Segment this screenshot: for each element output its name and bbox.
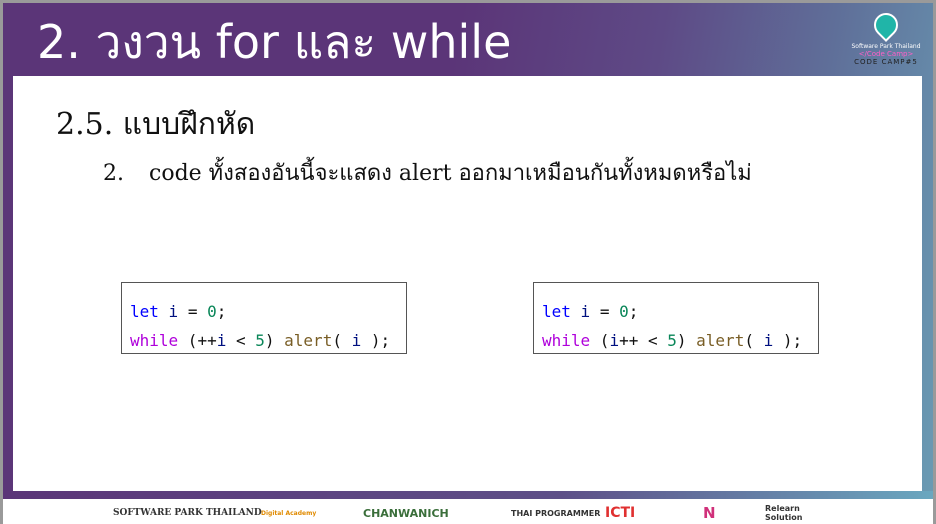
- question: 2. code ทั้งสองอันนี้จะแสดง alert ออกมาเห…: [103, 155, 752, 190]
- code-block-left: let i = 0; while (++i < 5) alert( i );: [121, 282, 407, 354]
- logo-line3: CODE CAMP#5: [854, 58, 918, 66]
- sponsor-thai-programmer: THAI PROGRAMMER: [511, 508, 601, 518]
- slide: 2. วงวน for และ while Software Park Thai…: [3, 3, 933, 524]
- code-line: let i = 0;: [130, 302, 227, 321]
- logo-line2: </Code Camp>: [858, 50, 914, 58]
- sponsor-digital-academy: Digital Academy: [261, 509, 317, 517]
- code-camp-logo: Software Park Thailand </Code Camp> CODE…: [846, 8, 926, 66]
- footer-bar: [3, 491, 933, 499]
- code-block-right: let i = 0; while (i++ < 5) alert( i );: [533, 282, 819, 354]
- sponsor-footer: SOFTWARE PARK THAILAND Digital Academy C…: [3, 499, 933, 524]
- slide-title: 2. วงวน for และ while: [37, 15, 512, 69]
- sponsor-n: N: [703, 504, 716, 522]
- sponsor-relearn: Relearn Solution: [765, 504, 803, 522]
- question-number: 2.: [103, 161, 124, 186]
- code-line: while (i++ < 5) alert( i );: [542, 331, 803, 350]
- logo-line1: Software Park Thailand: [851, 43, 921, 50]
- sponsor-software-park: SOFTWARE PARK THAILAND: [113, 508, 262, 518]
- sponsor-icti: ICTI: [605, 505, 636, 521]
- section-heading: 2.5. แบบฝึกหัด: [56, 107, 256, 142]
- code-line: let i = 0;: [542, 302, 639, 321]
- code-line: while (++i < 5) alert( i );: [130, 331, 391, 350]
- question-text: code ทั้งสองอันนี้จะแสดง alert ออกมาเหมื…: [149, 161, 752, 186]
- location-pin-icon: [869, 8, 903, 42]
- sponsor-chanwanich: CHANWANICH: [363, 506, 449, 520]
